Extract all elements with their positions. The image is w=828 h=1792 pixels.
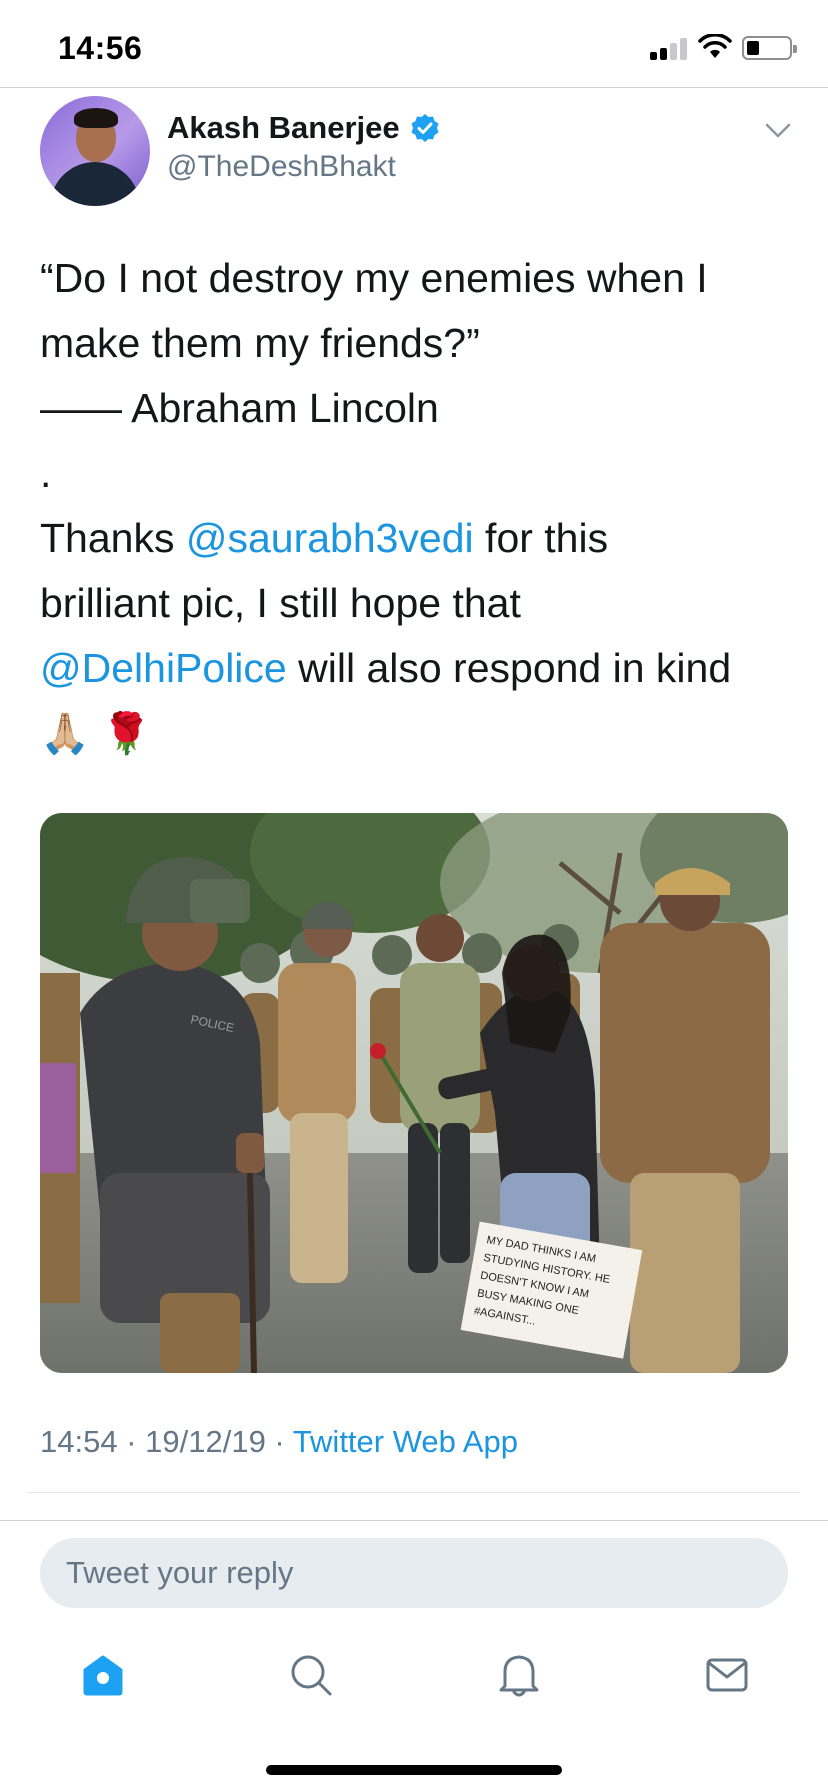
meta-separator: · — [117, 1424, 146, 1459]
tab-search[interactable] — [276, 1640, 346, 1710]
tab-notifications[interactable] — [484, 1640, 554, 1710]
tab-home[interactable] — [68, 1640, 138, 1710]
folded-hands-emoji: 🙏🏼 — [40, 711, 90, 756]
battery-icon — [742, 36, 797, 60]
tweet-photo[interactable]: MY DAD THINKS I AM STUDYING HISTORY. HE … — [40, 813, 788, 1373]
tweet-text-line: @DelhiPolice will also respond in kind — [40, 636, 800, 701]
tweet-text-separator: . — [40, 450, 52, 496]
home-icon — [83, 1655, 123, 1696]
meta-separator: · — [265, 1424, 293, 1459]
tweet-text-segment: will also respond in kind — [286, 645, 732, 691]
tweet-text-attribution: —— Abraham Lincoln — [40, 385, 439, 431]
mention-link[interactable]: @saurabh3vedi — [186, 515, 474, 561]
tab-bar — [0, 1640, 828, 1710]
divider — [28, 1492, 800, 1493]
tweet-source-link[interactable]: Twitter Web App — [293, 1424, 518, 1459]
tweet-text-segment: for this — [473, 515, 609, 561]
verified-badge-icon — [411, 114, 439, 142]
mention-link[interactable]: @DelhiPolice — [40, 645, 287, 691]
avatar[interactable] — [40, 96, 150, 206]
home-indicator — [266, 1765, 562, 1775]
tweet-time: 14:54 — [40, 1424, 118, 1459]
signal-icon — [650, 38, 688, 60]
search-icon — [291, 1655, 332, 1696]
messages-icon — [706, 1658, 748, 1692]
divider — [0, 1520, 828, 1521]
tweet-text-line: “Do I not destroy my enemies when I — [40, 255, 708, 301]
reply-input[interactable] — [40, 1538, 788, 1608]
tweet-meta: 14:54 · 19/12/19 · Twitter Web App — [40, 1424, 518, 1460]
tweet-text-segment: Thanks — [40, 515, 186, 561]
author-name[interactable]: Akash Banerjee — [167, 110, 400, 146]
emoji-row: 🙏🏼 🌹 — [40, 701, 800, 766]
notifications-icon — [499, 1655, 539, 1697]
tweet-text-line: make them my friends?” — [40, 320, 480, 366]
tweet-text-line: brilliant pic, I still hope that — [40, 580, 521, 626]
chevron-down-icon[interactable] — [764, 122, 792, 140]
tab-messages[interactable] — [692, 1640, 762, 1710]
author-handle[interactable]: @TheDeshBhakt — [167, 150, 396, 184]
tweet-text: “Do I not destroy my enemies when I make… — [40, 246, 800, 766]
tweet-date: 19/12/19 — [145, 1424, 266, 1459]
header-divider — [0, 87, 828, 88]
rose-emoji: 🌹 — [101, 711, 152, 756]
status-time: 14:56 — [58, 30, 143, 66]
wifi-icon — [698, 34, 732, 58]
status-bar: 14:56 — [0, 0, 828, 88]
tweet-text-line: Thanks @saurabh3vedi for this — [40, 506, 800, 571]
